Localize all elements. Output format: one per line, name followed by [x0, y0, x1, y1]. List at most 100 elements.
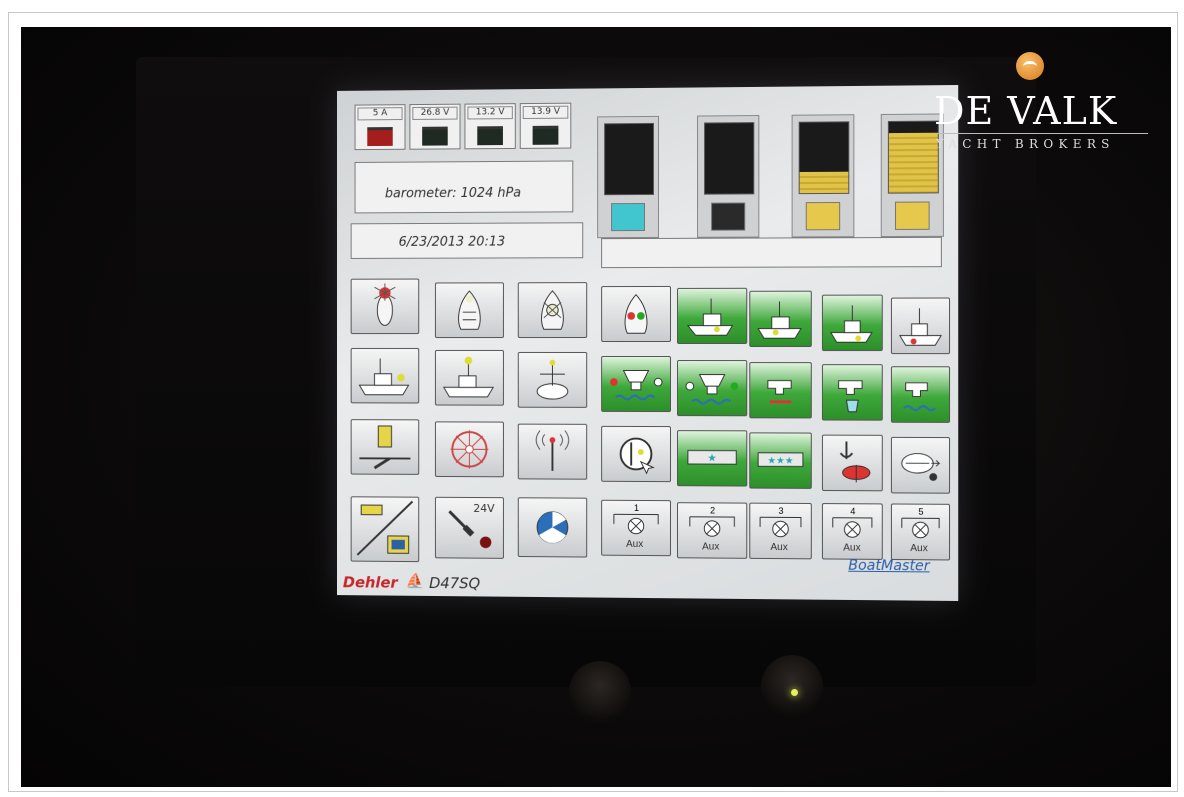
toilet-pump-icon [610, 369, 663, 401]
aux-1-button[interactable]: 1 Aux [601, 499, 671, 557]
thruster-icon [892, 438, 949, 481]
helm-wheel-icon [436, 422, 503, 476]
battery-status-2[interactable]: 26.8 V [409, 103, 461, 150]
dehler-brand: Dehler [342, 573, 398, 592]
datetime-readout: 6/23/2013 20:13 [398, 234, 506, 250]
autopilot-button[interactable] [434, 421, 504, 478]
brand-name: DE VALK [934, 89, 1118, 133]
aux-2-button[interactable]: 2 Aux [676, 502, 748, 559]
tank-fill [888, 132, 938, 193]
tank-level-window [704, 122, 755, 195]
navigation-light-button[interactable] [601, 285, 671, 343]
boat-light-icon [892, 298, 949, 353]
deck-light-button[interactable] [517, 282, 588, 339]
charger-button[interactable] [350, 419, 420, 475]
fan-icon [519, 498, 586, 556]
aux-number: 3 [778, 505, 784, 516]
aux-3-button[interactable]: 3 Aux [749, 502, 812, 560]
light-mode-1-button[interactable] [676, 287, 748, 345]
model-name: D47SQ [429, 574, 481, 593]
boatmaster-touch-screen: 5 A 26.8 V 13.2 V 13.9 V barometer: 1024… [336, 85, 959, 601]
water-tank-gauge[interactable] [597, 115, 659, 239]
de-valk-watermark: DE VALK YACHT BROKERS [934, 38, 1154, 158]
bow-thruster-button[interactable] [890, 436, 951, 494]
hot-water-tap-icon [750, 363, 811, 417]
all-round-light-icon [519, 353, 586, 407]
light-mode-3-button[interactable] [821, 294, 883, 352]
battery-status-1[interactable]: 5 A [354, 104, 406, 151]
aux-5-button[interactable]: 5 Aux [890, 503, 951, 561]
fresh-water-tap-button[interactable] [821, 364, 883, 421]
battery-icon [422, 126, 448, 146]
black-water-tank-icon [711, 202, 746, 231]
ventilation-button[interactable] [517, 497, 588, 558]
falcon-logo-icon [1016, 52, 1044, 80]
antenna-icon [519, 425, 586, 479]
battery-value: 5 A [357, 107, 403, 121]
barometer-panel: barometer: 1024 hPa [354, 160, 574, 214]
boat-light-icon [750, 292, 811, 346]
scene-3-button[interactable]: ★★★ [749, 432, 812, 489]
battery-value: 13.9 V [522, 105, 569, 120]
scene-1-button[interactable]: ★ [676, 430, 748, 487]
tank-fill [799, 171, 849, 194]
masthead-light-button[interactable] [434, 349, 504, 406]
all-round-light-button[interactable] [517, 351, 588, 408]
tank-level-window [604, 122, 654, 196]
aux-label: Aux [702, 541, 720, 553]
light-mode-2-button[interactable] [749, 290, 812, 348]
tank-level-window [798, 121, 850, 195]
tv-button[interactable] [350, 496, 420, 563]
stern-light-button[interactable] [350, 347, 420, 404]
light-mode-4-button[interactable] [890, 297, 951, 355]
antenna-button[interactable] [517, 423, 588, 480]
sail-logo-icon: ⛵ [405, 572, 424, 590]
aux-4-button[interactable]: 4 Aux [821, 503, 883, 560]
brand-subtitle: YACHT BROKERS [936, 137, 1115, 151]
battery-icon [532, 125, 559, 145]
water-tank-icon [611, 202, 645, 232]
steaming-light-icon [436, 283, 503, 337]
steaming-light-button[interactable] [434, 282, 504, 339]
triple-star-icon: ★★★ [750, 433, 811, 488]
tank-level-window [887, 120, 939, 194]
barometer-readout: barometer: 1024 hPa [384, 185, 522, 202]
anchor-light-icon [352, 280, 419, 334]
brand-divider [936, 133, 1148, 134]
boatmaster-brand: BoatMaster [848, 557, 930, 575]
boat-masthead-light-icon [436, 351, 503, 405]
toilet-pump-1-button[interactable] [601, 355, 671, 413]
hot-water-tap-button[interactable] [749, 362, 812, 419]
aux-label: Aux [843, 542, 861, 554]
battery-icon [367, 127, 393, 147]
power-led [791, 689, 798, 696]
svg-text:★★★: ★★★ [767, 455, 794, 466]
toilet-pump-icon [678, 361, 739, 415]
aux-number: 5 [918, 506, 924, 517]
aux-label: Aux [770, 541, 788, 554]
water-pump-button[interactable] [890, 366, 951, 423]
aux-number: 1 [634, 502, 640, 513]
message-bar [601, 236, 942, 269]
battery-value: 26.8 V [412, 106, 458, 120]
fresh-water-tap-icon [823, 365, 882, 420]
svg-text:★: ★ [707, 452, 717, 464]
boat-light-icon [678, 289, 746, 343]
fuel-tank-icon [805, 201, 841, 231]
single-star-icon: ★ [678, 431, 746, 485]
toilet-pump-2-button[interactable] [676, 360, 748, 417]
anchor-light-button[interactable] [350, 278, 420, 335]
fuel-tank-1-gauge[interactable] [791, 114, 855, 238]
voltage-label: 24V [473, 501, 495, 516]
black-water-tank-gauge[interactable] [697, 115, 760, 238]
deck-light-icon [519, 283, 586, 337]
boat-light-icon [823, 296, 882, 350]
voltage-24v-button[interactable]: 24V [434, 496, 504, 559]
battery-status-4[interactable]: 13.9 V [519, 102, 572, 149]
water-pump-icon [892, 367, 949, 422]
battery-value: 13.2 V [467, 106, 513, 120]
dimmer-button[interactable] [601, 425, 671, 483]
aux-number: 2 [710, 505, 716, 516]
anchor-winch-button[interactable] [821, 434, 883, 492]
battery-status-3[interactable]: 13.2 V [464, 103, 516, 150]
